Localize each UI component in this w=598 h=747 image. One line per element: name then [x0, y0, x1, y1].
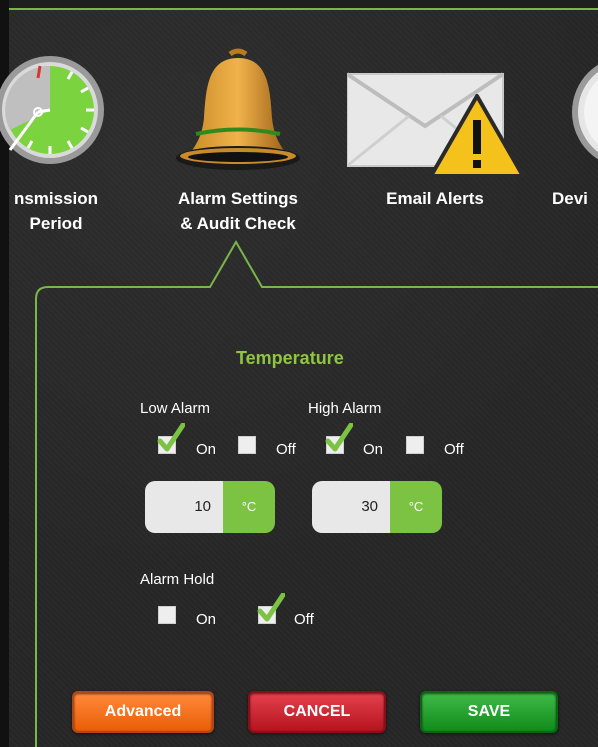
alarm-hold-label: Alarm Hold — [140, 571, 215, 588]
nav-label-device: Devi — [552, 189, 588, 208]
nav-label-email-alerts: Email Alerts — [386, 189, 484, 208]
bell-icon — [168, 48, 308, 183]
checkmark-icon — [325, 423, 353, 452]
low-alarm-on-checkbox[interactable] — [157, 423, 185, 454]
clock-icon — [0, 40, 112, 180]
alarm-hold-off-checkbox[interactable] — [257, 593, 285, 624]
high-alarm-unit-badge: °C — [390, 481, 442, 533]
high-alarm-value-input[interactable]: 30 — [312, 481, 392, 533]
high-alarm-off-checkbox[interactable] — [406, 436, 424, 454]
nav-label-transmission-period: nsmission Period — [13, 189, 99, 233]
low-alarm-off-label: Off — [276, 441, 296, 458]
low-alarm-label: Low Alarm — [140, 400, 211, 417]
high-alarm-on-label: On — [363, 441, 384, 458]
high-alarm-on-checkbox[interactable] — [325, 423, 353, 454]
alarm-hold-on-checkbox[interactable] — [158, 606, 176, 624]
compass-icon — [548, 60, 598, 177]
checkmark-icon — [257, 593, 285, 622]
nav-label-alarm-settings: Alarm Settings & Audit Check — [178, 189, 298, 233]
high-alarm-label: High Alarm — [308, 400, 382, 417]
alarm-hold-on-label: On — [196, 611, 217, 628]
low-alarm-on-label: On — [196, 441, 217, 458]
low-alarm-value-input[interactable]: 10 — [145, 481, 225, 533]
envelope-warning-icon — [345, 64, 529, 187]
low-alarm-off-checkbox[interactable] — [238, 436, 256, 454]
low-alarm-unit-badge: °C — [223, 481, 275, 533]
advanced-button[interactable]: Advanced — [72, 691, 214, 733]
high-alarm-off-label: Off — [444, 441, 464, 458]
save-button[interactable]: SAVE — [420, 691, 558, 733]
alarm-hold-off-label: Off — [294, 611, 314, 628]
section-title-temperature: Temperature — [236, 348, 344, 368]
cancel-button[interactable]: CANCEL — [248, 691, 386, 733]
checkmark-icon — [157, 423, 185, 452]
